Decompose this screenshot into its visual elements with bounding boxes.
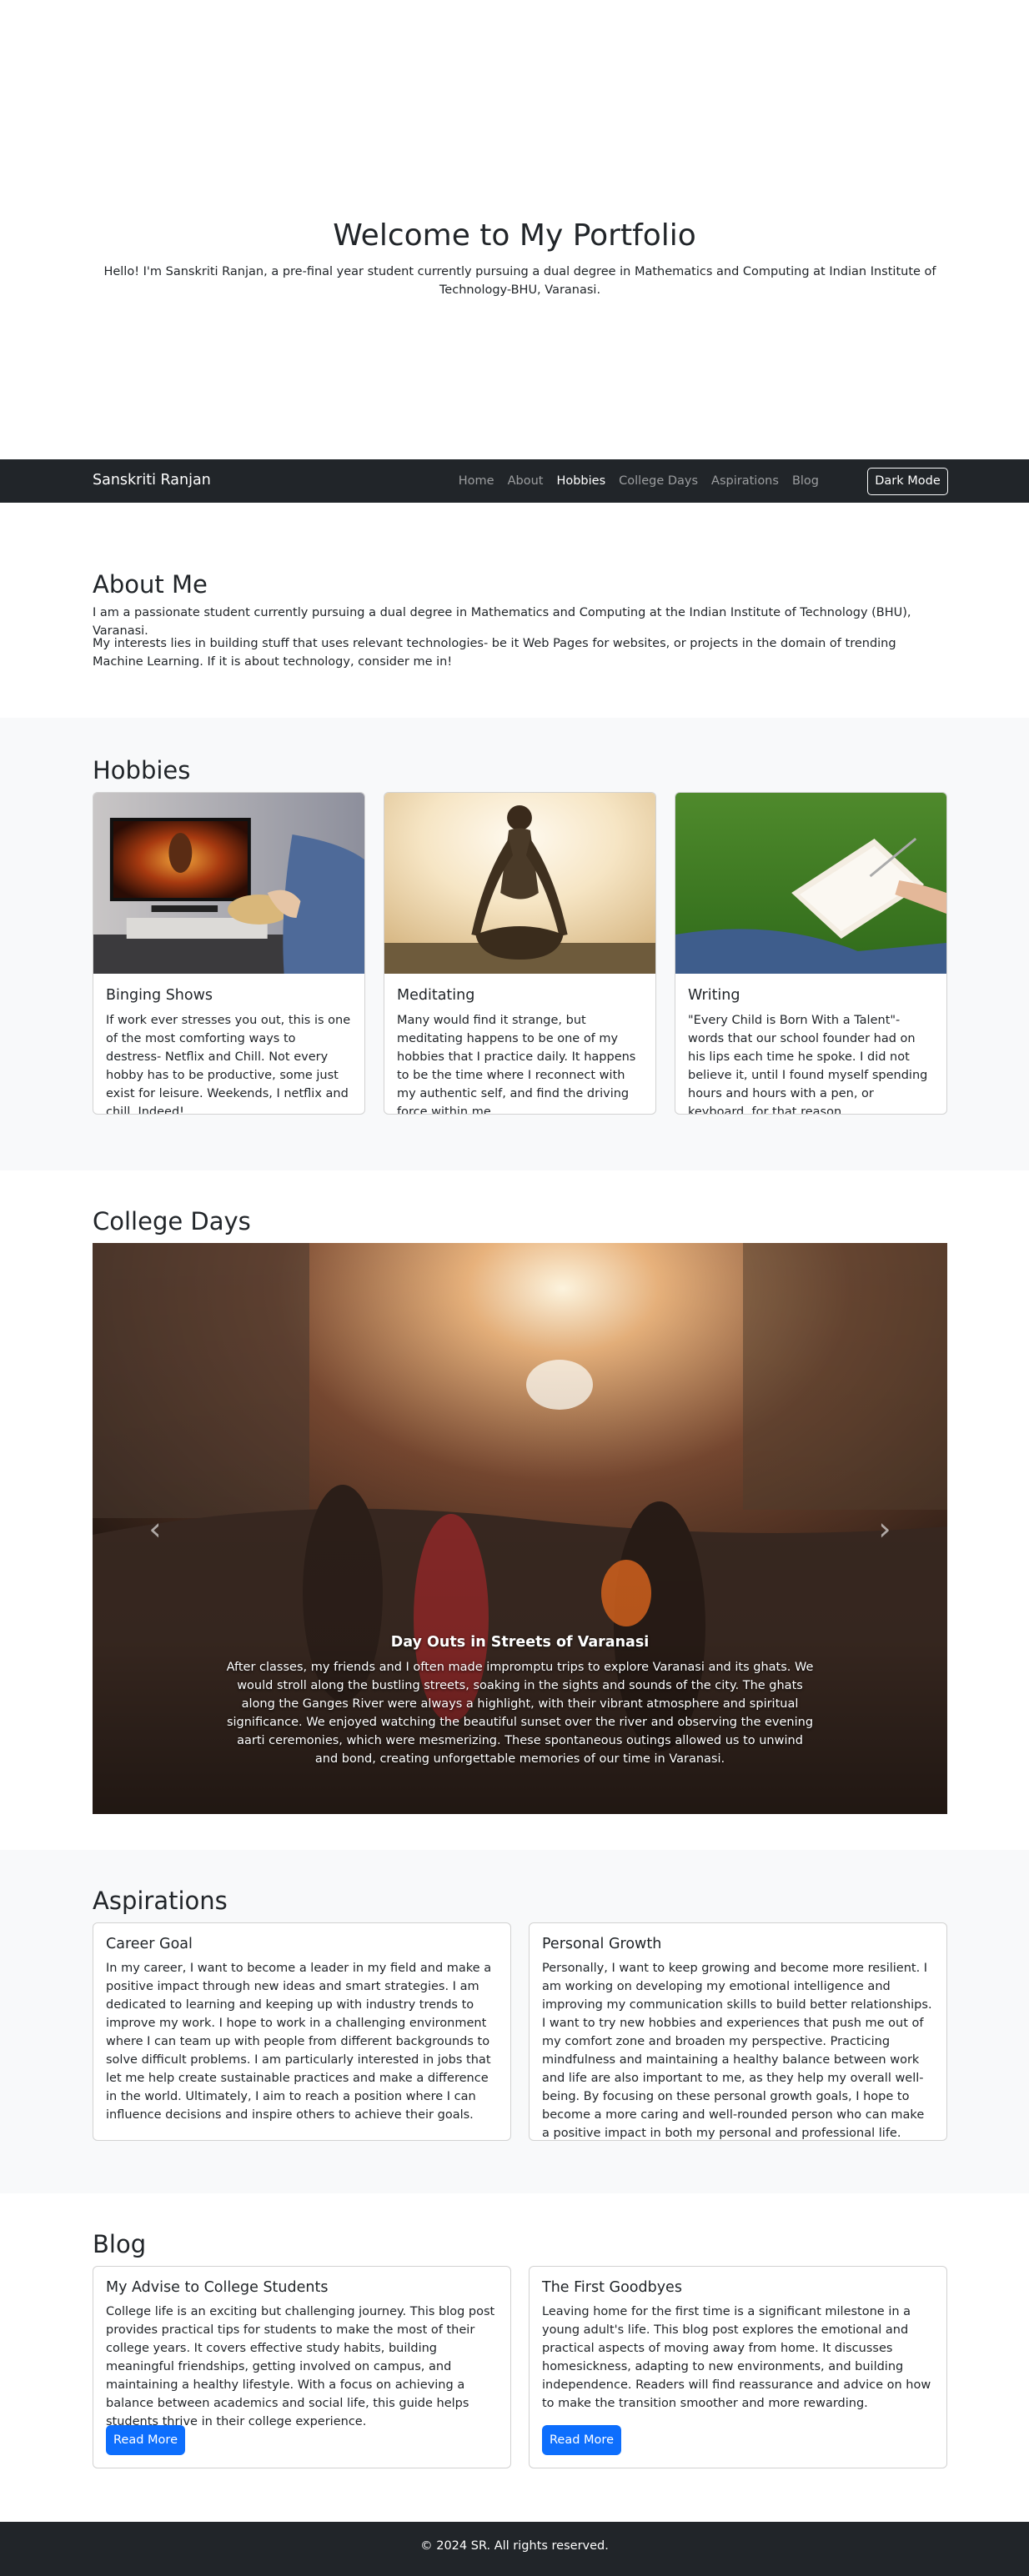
blog-card-advise: My Advise to College Students College li… <box>93 2266 511 2468</box>
card-title: My Advise to College Students <box>106 2279 329 2296</box>
aspiration-card-career: Career Goal In my career, I want to beco… <box>93 1922 511 2141</box>
card-text: If work ever stresses you out, this is o… <box>106 1014 351 1115</box>
blog-title: Blog <box>93 2230 147 2258</box>
nav-link-blog[interactable]: Blog <box>792 474 819 488</box>
slide-title: Day Outs in Streets of Varanasi <box>390 1634 650 1651</box>
copyright-text: © 2024 SR. All rights reserved. <box>420 2539 609 2553</box>
carousel[interactable]: ‹ › Day Outs in Streets of Varanasi Afte… <box>93 1243 947 1814</box>
nav-link-home[interactable]: Home <box>459 474 494 488</box>
college-days-section: College Days ‹ › Day Outs in Streets of … <box>0 1170 1029 1850</box>
card-text: "Every Child is Born With a Talent"- wor… <box>688 1014 928 1115</box>
meditation-image <box>384 793 655 974</box>
aspirations-title: Aspirations <box>93 1887 228 1915</box>
card-text: Many would find it strange, but meditati… <box>397 1014 636 1115</box>
college-days-title: College Days <box>93 1207 251 1235</box>
navbar: Sanskriti Ranjan Home About Hobbies Coll… <box>0 459 1029 503</box>
card-title: Career Goal <box>106 1936 193 1952</box>
blog-section: Blog My Advise to College Students Colle… <box>0 2193 1029 2522</box>
hobby-card-binging: Binging Shows If work ever stresses you … <box>93 792 365 1115</box>
hero-title: Welcome to My Portfolio <box>333 218 696 253</box>
nav-link-about[interactable]: About <box>508 474 544 488</box>
card-text: Personally, I want to keep growing and b… <box>542 1962 932 2140</box>
hobbies-title: Hobbies <box>93 756 191 784</box>
card-title: Binging Shows <box>106 987 213 1004</box>
hobby-card-writing: Writing "Every Child is Born With a Tale… <box>675 792 947 1115</box>
aspirations-section: Aspirations Career Goal In my career, I … <box>0 1850 1029 2193</box>
blog-card-goodbyes: The First Goodbyes Leaving home for the … <box>529 2266 947 2468</box>
nav-link-aspirations[interactable]: Aspirations <box>711 474 779 488</box>
hero-subtitle: Hello! I'm Sanskriti Ranjan, a pre-final… <box>103 265 936 297</box>
writing-image <box>675 793 946 974</box>
tv-watching-image <box>93 793 364 974</box>
nav-links: Home About Hobbies College Days Aspirati… <box>445 459 819 503</box>
carousel-prev-button[interactable]: ‹ <box>93 1243 218 1814</box>
nav-link-hobbies[interactable]: Hobbies <box>556 474 605 488</box>
card-title: Writing <box>688 987 740 1004</box>
hero-section: Welcome to My Portfolio Hello! I'm Sansk… <box>0 0 1029 459</box>
carousel-next-button[interactable]: › <box>822 1243 947 1814</box>
aspiration-card-personal: Personal Growth Personally, I want to ke… <box>529 1922 947 2141</box>
card-text: College life is an exciting but challeng… <box>106 2305 495 2428</box>
chevron-left-icon: ‹ <box>148 1510 162 1547</box>
card-title: The First Goodbyes <box>542 2279 682 2296</box>
card-title: Personal Growth <box>542 1936 662 1952</box>
read-more-button[interactable]: Read More <box>542 2425 621 2455</box>
hobbies-section: Hobbies Binging Shows If work ever stres… <box>0 718 1029 1170</box>
nav-link-college-days[interactable]: College Days <box>619 474 698 488</box>
navbar-brand[interactable]: Sanskriti Ranjan <box>93 472 211 489</box>
footer: © 2024 SR. All rights reserved. <box>0 2522 1029 2576</box>
card-title: Meditating <box>397 987 475 1004</box>
about-section: About Me I am a passionate student curre… <box>0 503 1029 718</box>
chevron-right-icon: › <box>878 1510 891 1547</box>
read-more-button[interactable]: Read More <box>106 2425 185 2455</box>
hobby-card-meditating: Meditating Many would find it strange, b… <box>384 792 656 1115</box>
card-text: In my career, I want to become a leader … <box>106 1962 492 2122</box>
card-text: Leaving home for the first time is a sig… <box>542 2305 931 2410</box>
about-paragraph: My interests lies in building stuff that… <box>93 637 896 669</box>
slide-text: After classes, my friends and I often ma… <box>226 1661 814 1766</box>
dark-mode-button[interactable]: Dark Mode <box>867 468 948 495</box>
about-title: About Me <box>93 570 208 599</box>
